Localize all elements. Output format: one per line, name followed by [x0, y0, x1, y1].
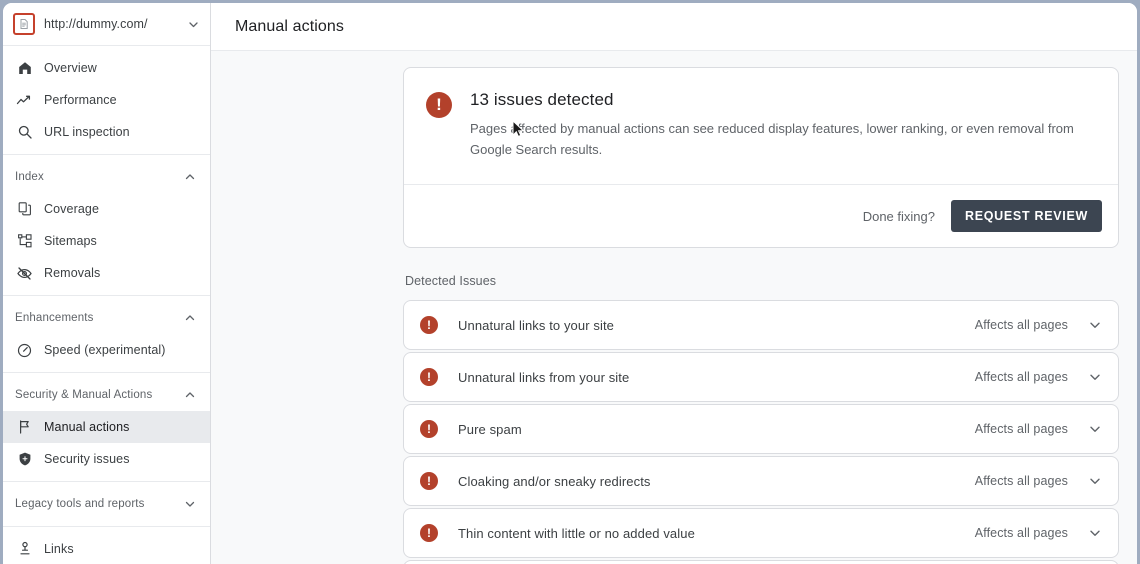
- nav-section-legacy: Legacy tools and reports: [3, 482, 210, 527]
- error-exclamation-icon: !: [420, 472, 438, 490]
- sidebar-label: URL inspection: [44, 125, 130, 139]
- sidebar-label: Performance: [44, 93, 117, 107]
- request-review-button[interactable]: REQUEST REVIEW: [951, 200, 1102, 232]
- sidebar-item-performance[interactable]: Performance: [3, 84, 210, 116]
- section-header-index[interactable]: Index: [3, 161, 210, 193]
- sidebar: http://dummy.com/ Overview Performance: [3, 3, 211, 564]
- section-header-legacy[interactable]: Legacy tools and reports: [3, 488, 210, 520]
- chevron-up-icon[interactable]: [182, 169, 198, 185]
- sidebar-item-security-issues[interactable]: Security issues: [3, 443, 210, 475]
- nav-section-security: Security & Manual Actions Manual actions…: [3, 373, 210, 482]
- home-icon: [15, 59, 34, 78]
- issue-affects: Affects all pages: [975, 422, 1068, 436]
- property-selector[interactable]: http://dummy.com/: [3, 3, 210, 46]
- issue-affects: Affects all pages: [975, 474, 1068, 488]
- done-fixing-label: Done fixing?: [863, 209, 935, 224]
- issue-name: Unnatural links from your site: [458, 370, 975, 385]
- sidebar-label: Speed (experimental): [44, 343, 166, 357]
- sidebar-label: Removals: [44, 266, 100, 280]
- page-title: Manual actions: [235, 18, 344, 36]
- chevron-down-icon[interactable]: [1086, 368, 1104, 386]
- issue-name: Thin content with little or no added val…: [458, 526, 975, 541]
- content-scroll-area[interactable]: ! 13 issues detected Pages affected by m…: [211, 51, 1137, 564]
- sidebar-label: Security issues: [44, 452, 130, 466]
- sitemap-tree-icon: [15, 232, 34, 251]
- nav-group-links: Links: [3, 527, 210, 564]
- issue-name: Pure spam: [458, 422, 975, 437]
- issue-name: Unnatural links to your site: [458, 318, 975, 333]
- sidebar-label: Sitemaps: [44, 234, 97, 248]
- links-person-icon: [15, 540, 34, 559]
- search-icon: [15, 123, 34, 142]
- detected-issues-label: Detected Issues: [405, 274, 1119, 288]
- nav-section-enhancements: Enhancements Speed (experimental): [3, 296, 210, 373]
- section-title: Legacy tools and reports: [15, 498, 182, 510]
- error-exclamation-icon: !: [420, 316, 438, 334]
- section-header-enhancements[interactable]: Enhancements: [3, 302, 210, 334]
- summary-footer: Done fixing? REQUEST REVIEW: [404, 184, 1118, 247]
- summary-text: 13 issues detected Pages affected by man…: [470, 90, 1094, 160]
- sidebar-item-sitemaps[interactable]: Sitemaps: [3, 225, 210, 257]
- chevron-up-icon[interactable]: [182, 387, 198, 403]
- sidebar-item-manual-actions[interactable]: Manual actions: [3, 411, 210, 443]
- issue-row-pure-spam[interactable]: ! Pure spam Affects all pages: [403, 404, 1119, 454]
- error-exclamation-icon: !: [426, 92, 452, 118]
- summary-description: Pages affected by manual actions can see…: [470, 119, 1090, 160]
- shield-icon: [15, 450, 34, 469]
- error-exclamation-icon: !: [420, 524, 438, 542]
- sidebar-label: Links: [44, 542, 74, 556]
- top-bar: Manual actions: [211, 3, 1137, 51]
- issue-affects: Affects all pages: [975, 526, 1068, 540]
- sidebar-item-coverage[interactable]: Coverage: [3, 193, 210, 225]
- issue-row-cloaking-sneaky-redirects[interactable]: ! Cloaking and/or sneaky redirects Affec…: [403, 456, 1119, 506]
- issue-affects: Affects all pages: [975, 318, 1068, 332]
- property-url: http://dummy.com/: [44, 17, 186, 31]
- summary-title: 13 issues detected: [470, 90, 1094, 110]
- chevron-down-icon[interactable]: [186, 17, 200, 31]
- sidebar-label: Manual actions: [44, 420, 129, 434]
- issue-row-unnatural-links-from-site[interactable]: ! Unnatural links from your site Affects…: [403, 352, 1119, 402]
- chevron-down-icon[interactable]: [1086, 420, 1104, 438]
- property-page-icon: [13, 13, 35, 35]
- sidebar-label: Overview: [44, 61, 97, 75]
- issue-row-unnatural-links-to-site[interactable]: ! Unnatural links to your site Affects a…: [403, 300, 1119, 350]
- sidebar-item-overview[interactable]: Overview: [3, 52, 210, 84]
- summary-body: ! 13 issues detected Pages affected by m…: [404, 68, 1118, 184]
- chevron-down-icon[interactable]: [1086, 316, 1104, 334]
- section-title: Index: [15, 171, 182, 183]
- error-exclamation-icon: !: [420, 368, 438, 386]
- issue-row-hidden-text-keyword-stuffing[interactable]: ! Hidden text and/or keyword stuffing Af…: [403, 560, 1119, 564]
- exclamation-glyph: !: [436, 96, 442, 113]
- sidebar-item-links[interactable]: Links: [3, 533, 210, 564]
- nav-group-primary: Overview Performance URL inspection: [3, 46, 210, 155]
- eye-off-icon: [15, 264, 34, 283]
- sidebar-item-url-inspection[interactable]: URL inspection: [3, 116, 210, 148]
- pages-icon: [15, 200, 34, 219]
- chevron-down-icon[interactable]: [1086, 524, 1104, 542]
- sidebar-item-removals[interactable]: Removals: [3, 257, 210, 289]
- flag-icon: [15, 418, 34, 437]
- content-column: ! 13 issues detected Pages affected by m…: [403, 67, 1119, 564]
- error-exclamation-icon: !: [420, 420, 438, 438]
- chevron-down-icon[interactable]: [1086, 472, 1104, 490]
- chevron-up-icon[interactable]: [182, 310, 198, 326]
- nav-section-index: Index Coverage Sitemaps: [3, 155, 210, 296]
- issue-name: Cloaking and/or sneaky redirects: [458, 474, 975, 489]
- section-title: Enhancements: [15, 312, 182, 324]
- issue-affects: Affects all pages: [975, 370, 1068, 384]
- issue-row-thin-content[interactable]: ! Thin content with little or no added v…: [403, 508, 1119, 558]
- sidebar-label: Coverage: [44, 202, 99, 216]
- speedometer-icon: [15, 341, 34, 360]
- section-title: Security & Manual Actions: [15, 389, 182, 401]
- section-header-security[interactable]: Security & Manual Actions: [3, 379, 210, 411]
- chevron-down-icon[interactable]: [182, 496, 198, 512]
- app-window: http://dummy.com/ Overview Performance: [3, 3, 1137, 564]
- trend-line-icon: [15, 91, 34, 110]
- issues-summary-card: ! 13 issues detected Pages affected by m…: [403, 67, 1119, 248]
- sidebar-item-speed[interactable]: Speed (experimental): [3, 334, 210, 366]
- main-content: Manual actions ! 13 issues detected Page…: [211, 3, 1137, 564]
